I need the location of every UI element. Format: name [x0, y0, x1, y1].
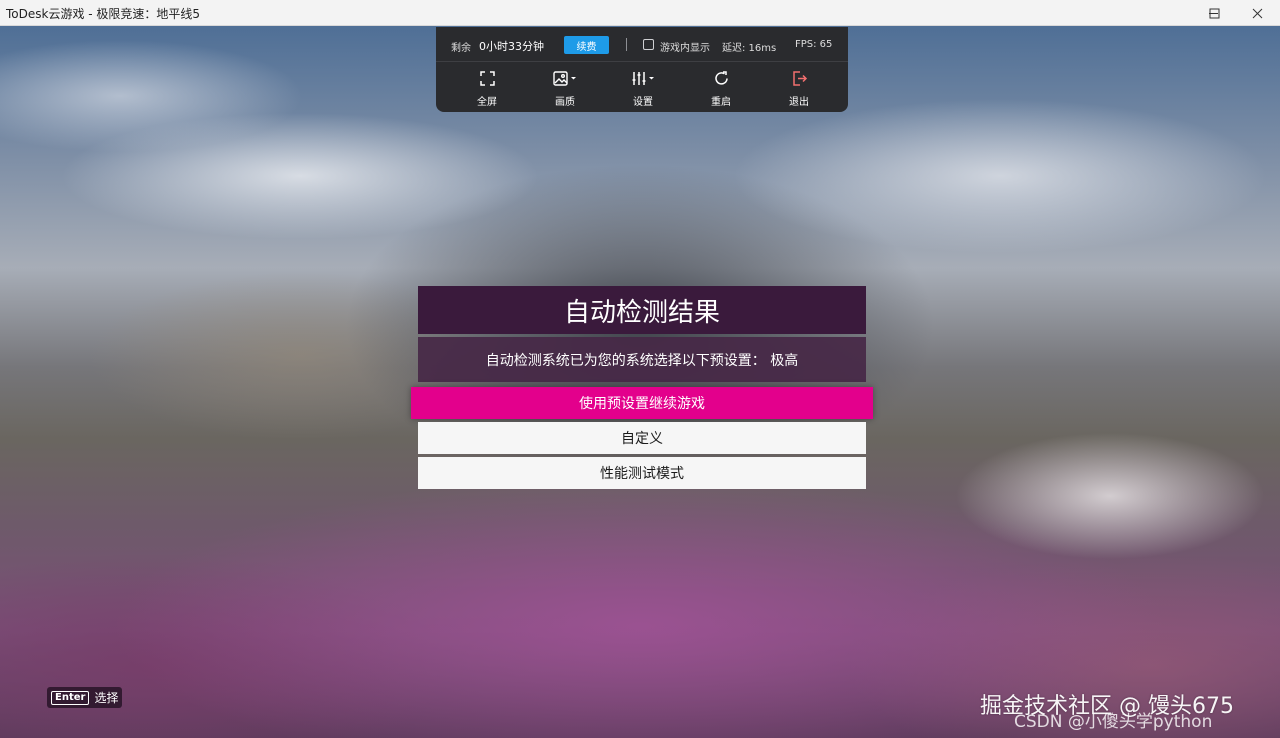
dialog-message: 自动检测系统已为您的系统选择以下预设置： 极高 [418, 337, 866, 382]
exit-button[interactable]: 退出 [769, 68, 829, 108]
maximize-icon [1209, 8, 1219, 18]
continue-with-preset-option[interactable]: 使用预设置继续游戏 [411, 387, 873, 419]
dialog-title: 自动检测结果 [418, 286, 866, 334]
remaining-time-label: 剩余 [451, 43, 471, 54]
maximize-button[interactable] [1191, 0, 1237, 26]
settings-button[interactable]: 设置 [613, 68, 673, 108]
game-viewport[interactable] [0, 26, 1280, 738]
custom-option[interactable]: 自定义 [418, 422, 866, 454]
restart-button[interactable]: 重启 [691, 68, 751, 108]
benchmark-mode-option[interactable]: 性能测试模式 [418, 457, 866, 489]
fullscreen-icon [457, 68, 517, 88]
cloud-game-toolbar: 剩余 0小时33分钟 续费 游戏内显示 延迟: 16ms FPS: 65 全屏 … [436, 27, 848, 112]
divider [626, 38, 627, 51]
settings-label: 设置 [633, 97, 653, 108]
restart-icon [691, 68, 751, 88]
latency-readout: 延迟: 16ms [722, 43, 777, 54]
exit-label: 退出 [789, 97, 809, 108]
fullscreen-button[interactable]: 全屏 [457, 68, 517, 108]
close-icon [1252, 8, 1262, 18]
close-button[interactable] [1234, 0, 1280, 26]
image-quality-icon [535, 68, 595, 88]
enter-key-icon: Enter [51, 690, 90, 705]
fullscreen-label: 全屏 [477, 97, 497, 108]
image-quality-button[interactable]: 画质 [535, 68, 595, 108]
remaining-time-value: 0小时33分钟 [479, 40, 544, 53]
window-titlebar: ToDesk云游戏 - 极限竞速：地平线5 [0, 0, 1280, 26]
watermark-csdn: CSDN @小傻头学python [1014, 712, 1213, 732]
in-game-display-checkbox[interactable] [643, 39, 654, 50]
restart-label: 重启 [711, 97, 731, 108]
select-hint-label: 选择 [94, 691, 119, 705]
in-game-display-label[interactable]: 游戏内显示 [660, 39, 710, 54]
window-title: ToDesk云游戏 - 极限竞速：地平线5 [6, 7, 201, 21]
image-quality-label: 画质 [555, 97, 575, 108]
fps-readout: FPS: 65 [795, 39, 833, 50]
select-hint: Enter 选择 [47, 687, 123, 708]
settings-sliders-icon [613, 68, 673, 88]
renew-button[interactable]: 续费 [564, 36, 609, 54]
exit-icon [769, 68, 829, 88]
toolbar-status-row: 剩余 0小时33分钟 续费 游戏内显示 延迟: 16ms FPS: 65 [436, 27, 848, 62]
